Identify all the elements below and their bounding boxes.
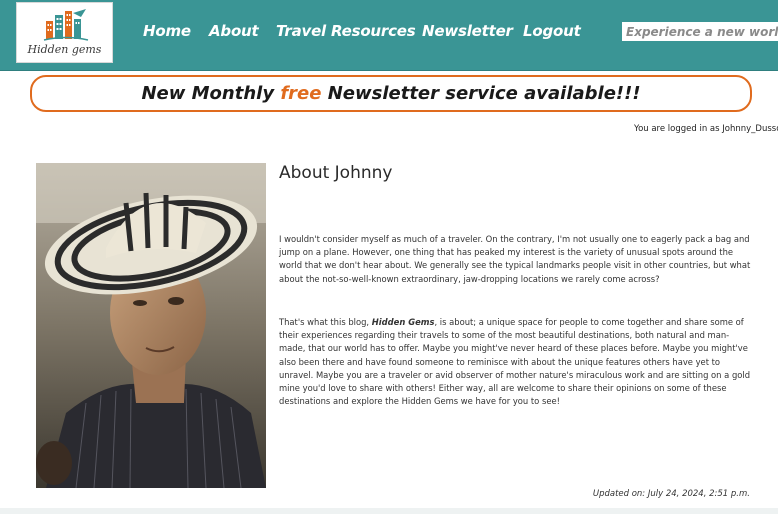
about-title: About Johnny	[279, 163, 393, 183]
search-input[interactable]	[622, 22, 778, 41]
paragraph-2-text-start: That's what this blog,	[279, 317, 372, 327]
paragraph-2-text-end: , is about; a unique space for people to…	[279, 317, 751, 407]
nav-logout[interactable]: Logout	[523, 22, 581, 40]
nav-home[interactable]: Home	[143, 22, 191, 40]
logo-text: Hidden gems	[27, 43, 102, 56]
updated-timestamp: Updated on: July 24, 2024, 2:51 p.m.	[592, 489, 750, 499]
about-paragraph-1: I wouldn't consider myself as much of a …	[279, 234, 751, 284]
site-logo[interactable]: Hidden gems	[16, 2, 113, 63]
about-paragraph-2: That's what this blog, Hidden Gems, is a…	[279, 316, 751, 408]
profile-photo	[36, 163, 266, 488]
hidden-gems-emphasis: Hidden Gems	[371, 317, 435, 327]
profile-photo-image	[36, 163, 266, 488]
city-skyline-logo-icon	[43, 9, 89, 41]
nav-newsletter[interactable]: Newsletter	[422, 22, 513, 40]
banner-text-start: New Monthly	[141, 83, 281, 104]
banner-text-end: Newsletter service available!!!	[321, 83, 641, 104]
logged-in-status: You are logged in as Johnny_Dusso	[634, 124, 778, 134]
nav-about[interactable]: About	[209, 22, 259, 40]
banner-free-highlight: free	[280, 83, 322, 104]
site-header: Hidden gems Home About Travel Resources …	[0, 0, 778, 71]
newsletter-banner: New Monthly free Newsletter service avai…	[30, 75, 752, 112]
footer-strip	[0, 508, 778, 514]
nav-travel-resources[interactable]: Travel Resources	[276, 22, 416, 40]
